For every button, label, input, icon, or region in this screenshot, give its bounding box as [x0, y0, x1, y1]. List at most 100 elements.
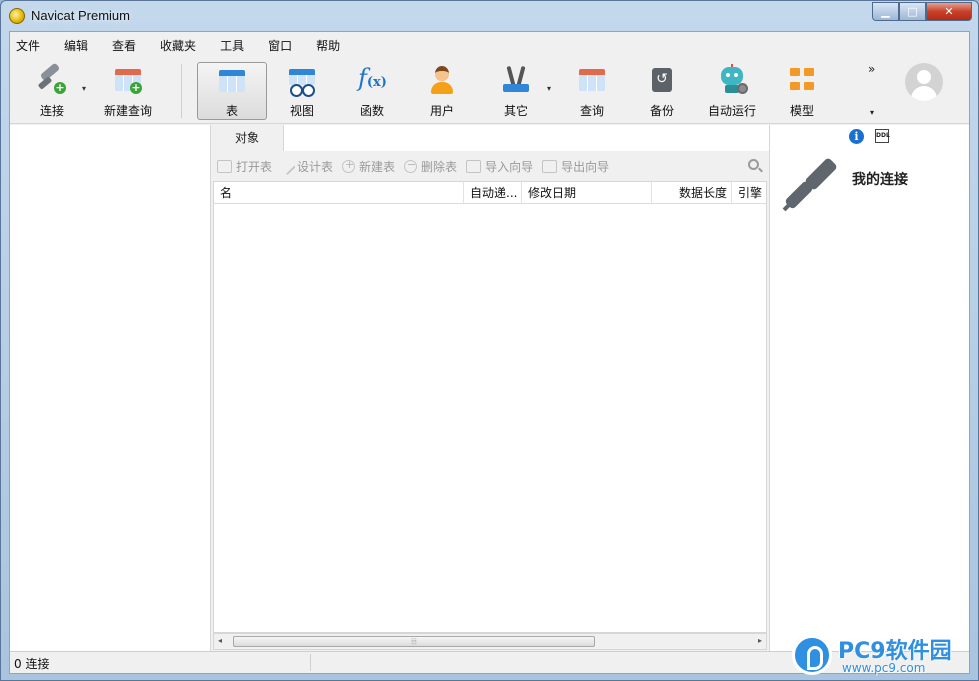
backup-button[interactable]: ↺ 备份: [638, 62, 686, 120]
column-header-auto-increment[interactable]: 自动递...: [464, 182, 522, 204]
open-table-button[interactable]: 打开表: [217, 158, 272, 175]
plug-add-icon: +: [36, 62, 68, 96]
new-query-label: 新建查询: [103, 104, 152, 118]
view-label: 视图: [289, 104, 314, 118]
connection-tree-pane[interactable]: [10, 125, 211, 651]
objects-table[interactable]: 名 自动递... 修改日期 数据长度 引擎: [213, 181, 767, 633]
connection-plug-icon: [782, 157, 844, 219]
user-avatar[interactable]: [905, 63, 943, 101]
function-icon: f(x): [358, 64, 387, 92]
close-button[interactable]: ✕: [926, 2, 972, 21]
objects-pane: 对象 打开表 设计表 新建表 删除表 导入向导 导出向导 名 自动递... 修改…: [211, 125, 769, 651]
table-icon: [216, 65, 248, 96]
delete-table-label: 删除表: [421, 159, 458, 174]
pencil-icon: [278, 157, 296, 175]
tools-icon: [500, 64, 532, 96]
menu-favorites[interactable]: 收藏夹: [160, 37, 206, 54]
info-pane-title: 我的连接: [852, 172, 908, 188]
info-pane: i DDL 我的连接: [769, 125, 969, 651]
import-wizard-button[interactable]: 导入向导: [466, 158, 533, 175]
toolbar-overflow-dropdown[interactable]: ▾: [870, 108, 874, 117]
connection-count: 0 连接: [14, 657, 50, 671]
info-icon[interactable]: i: [849, 129, 864, 144]
view-button[interactable]: 视图: [278, 62, 326, 120]
column-header-engine[interactable]: 引擎: [732, 182, 766, 204]
status-separator: [310, 654, 311, 671]
watermark: PC9软件园 www.pc9.com: [792, 633, 977, 679]
connect-dropdown-arrow[interactable]: ▾: [82, 84, 86, 93]
import-wizard-label: 导入向导: [485, 159, 534, 174]
title-bar[interactable]: Navicat Premium ▁ □ ✕: [1, 1, 978, 31]
export-wizard-label: 导出向导: [561, 159, 610, 174]
other-dropdown-arrow[interactable]: ▾: [547, 84, 551, 93]
design-table-button[interactable]: 设计表: [278, 157, 334, 175]
column-header-modified-date[interactable]: 修改日期: [522, 182, 652, 204]
tab-objects[interactable]: 对象: [211, 125, 284, 151]
menu-edit[interactable]: 编辑: [64, 37, 98, 54]
automation-label: 自动运行: [707, 104, 756, 118]
new-query-icon: +: [112, 64, 144, 96]
function-label: 函数: [359, 104, 384, 118]
client-area: 文件 编辑 查看 收藏夹 工具 窗口 帮助 + 连接 ▾ + 新建查询 表 视图…: [9, 31, 970, 674]
navicat-logo-icon: [9, 8, 25, 24]
automation-button[interactable]: 自动运行: [702, 62, 762, 120]
object-tab-strip: 对象: [211, 125, 769, 151]
user-icon: [426, 64, 458, 96]
backup-icon: ↺: [646, 64, 678, 96]
menu-file[interactable]: 文件: [16, 37, 50, 54]
main-toolbar: + 连接 ▾ + 新建查询 表 视图 f(x) 函数 用户 其它 ▾ 查询 ↺ …: [10, 58, 969, 124]
maximize-button[interactable]: □: [899, 2, 926, 21]
add-circle-icon: [342, 158, 356, 173]
minimize-button[interactable]: ▁: [872, 2, 899, 21]
menu-bar: 文件 编辑 查看 收藏夹 工具 窗口 帮助: [10, 32, 969, 58]
table-header: 名 自动递... 修改日期 数据长度 引擎: [214, 182, 766, 204]
minimize-icon: ▁: [881, 5, 890, 18]
column-header-data-length[interactable]: 数据长度: [652, 182, 732, 204]
connect-label: 连接: [39, 104, 64, 118]
new-table-label: 新建表: [359, 159, 396, 174]
column-header-name[interactable]: 名: [214, 182, 464, 204]
user-label: 用户: [429, 104, 454, 118]
menu-view[interactable]: 查看: [112, 37, 146, 54]
other-label: 其它: [503, 104, 528, 118]
table-label: 表: [225, 104, 238, 118]
export-wizard-button[interactable]: 导出向导: [542, 158, 609, 175]
robot-icon: [716, 64, 748, 96]
toolbar-separator: [181, 64, 182, 118]
query-icon: [576, 64, 608, 96]
model-button[interactable]: 模型: [778, 62, 826, 120]
backup-label: 备份: [649, 104, 674, 118]
function-button[interactable]: f(x) 函数: [348, 62, 396, 120]
design-table-label: 设计表: [297, 159, 334, 174]
menu-window[interactable]: 窗口: [268, 37, 302, 54]
ddl-icon[interactable]: DDL: [875, 129, 890, 143]
menu-help[interactable]: 帮助: [316, 37, 350, 54]
scroll-right-arrow[interactable]: ▸: [758, 636, 762, 645]
folder-open-icon: [217, 159, 232, 173]
model-icon: [786, 64, 818, 96]
toolbar-overflow-icon[interactable]: »: [868, 62, 875, 76]
watermark-logo-icon: [792, 635, 832, 675]
query-label: 查询: [579, 104, 604, 118]
window-title: Navicat Premium: [31, 8, 130, 23]
scroll-left-arrow[interactable]: ◂: [218, 636, 222, 645]
query-button[interactable]: 查询: [568, 62, 616, 120]
tab-strip-fill: [284, 125, 769, 151]
maximize-icon: □: [907, 5, 918, 18]
new-table-button[interactable]: 新建表: [342, 158, 395, 175]
scroll-thumb[interactable]: ⦙⦙⦙: [233, 636, 595, 647]
other-button[interactable]: 其它: [492, 62, 540, 120]
window-controls: ▁ □ ✕: [872, 2, 972, 21]
model-label: 模型: [789, 104, 814, 118]
delete-table-button[interactable]: 删除表: [404, 158, 457, 175]
horizontal-scrollbar[interactable]: ◂ ⦙⦙⦙ ▸: [213, 633, 767, 650]
menu-tools[interactable]: 工具: [220, 37, 254, 54]
connect-button[interactable]: + 连接: [28, 62, 76, 120]
view-icon: [286, 64, 318, 97]
search-icon[interactable]: [748, 159, 759, 170]
object-toolbar: 打开表 设计表 新建表 删除表 导入向导 导出向导: [211, 152, 769, 180]
table-button[interactable]: 表: [197, 62, 267, 120]
remove-circle-icon: [404, 158, 418, 173]
user-button[interactable]: 用户: [418, 62, 466, 120]
new-query-button[interactable]: + 新建查询: [98, 62, 158, 120]
